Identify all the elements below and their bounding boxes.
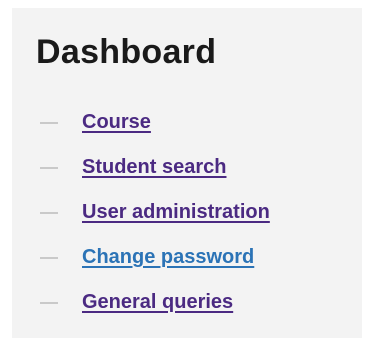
dashboard-nav-list: Course Student search User administratio… [40, 100, 270, 325]
dash-bullet-icon [40, 256, 58, 259]
change-password-link[interactable]: Change password [82, 246, 254, 269]
nav-item-student-search: Student search [40, 145, 270, 190]
dash-bullet-icon [40, 301, 58, 304]
dash-bullet-icon [40, 166, 58, 169]
nav-item-course: Course [40, 100, 270, 145]
nav-item-change-password: Change password [40, 235, 270, 280]
course-link[interactable]: Course [82, 111, 151, 134]
student-search-link[interactable]: Student search [82, 156, 226, 179]
dash-bullet-icon [40, 211, 58, 214]
dashboard-title: Dashboard [36, 33, 217, 71]
user-administration-link[interactable]: User administration [82, 201, 270, 224]
nav-item-general-queries: General queries [40, 280, 270, 325]
general-queries-link[interactable]: General queries [82, 291, 233, 314]
dashboard-panel: Dashboard Course Student search User adm… [12, 8, 362, 338]
nav-item-user-administration: User administration [40, 190, 270, 235]
dash-bullet-icon [40, 121, 58, 124]
